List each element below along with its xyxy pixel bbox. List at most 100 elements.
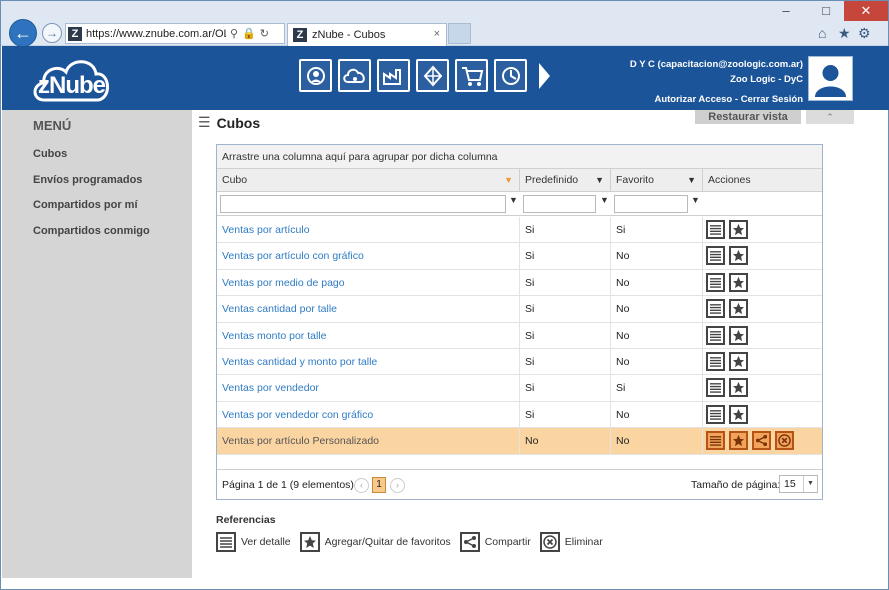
cube-module-icon[interactable] [416, 59, 449, 92]
cell-cubo[interactable]: Ventas cantidad por talle [217, 296, 520, 323]
filter-icon[interactable]: ▼ [600, 195, 609, 205]
cell-cubo[interactable]: Ventas por artículo [217, 217, 520, 243]
filter-icon[interactable]: ▼ [595, 169, 604, 192]
tab-close-icon[interactable]: × [434, 28, 440, 40]
table-row[interactable]: Ventas por vendedor Si Si [217, 375, 822, 402]
minimize-button[interactable]: – [772, 1, 800, 21]
view-detail-button[interactable] [706, 246, 725, 266]
row-actions [706, 352, 748, 371]
cloud-settings-module-icon[interactable] [338, 59, 371, 92]
favorite-toggle-button[interactable] [729, 220, 748, 239]
table-row[interactable]: Ventas por vendedor con gráfico Si No [217, 401, 822, 429]
view-detail-button[interactable] [706, 431, 725, 451]
favorite-toggle-button[interactable] [729, 299, 748, 319]
table-row[interactable]: Ventas cantidad y monto por talle Si No [217, 349, 822, 376]
view-detail-button[interactable] [706, 299, 725, 319]
favorite-toggle-button[interactable] [729, 246, 748, 266]
settings-gear-icon[interactable]: ⚙ [858, 25, 871, 42]
chevron-down-icon[interactable]: ▼ [803, 476, 817, 492]
restore-view-button[interactable]: Restaurar vista [695, 110, 801, 124]
favorite-toggle-button[interactable] [729, 378, 748, 398]
next-arrow-icon[interactable] [539, 63, 550, 89]
sidebar-item-envios-programados[interactable]: Envíos programados [33, 174, 142, 186]
logout-link[interactable]: Cerrar Sesión [741, 94, 803, 105]
cell-favorito: No [611, 322, 703, 349]
sidebar: MENÚ Cubos Envíos programados Compartido… [2, 110, 192, 578]
window-close-button[interactable]: ✕ [844, 1, 888, 21]
group-panel[interactable]: Arrastre una columna aquí para agrupar p… [217, 145, 822, 169]
browser-tab[interactable]: Z zNube - Cubos × [287, 23, 447, 46]
view-detail-button[interactable] [706, 352, 725, 371]
sort-indicator-icon[interactable]: ▼ [504, 169, 513, 192]
tab-favicon: Z [293, 28, 307, 42]
filter-icon[interactable]: ▼ [691, 195, 700, 205]
page-size-select[interactable]: 15 ▼ [779, 475, 818, 493]
prev-page-icon[interactable]: ‹ [354, 478, 369, 493]
address-url[interactable]: https://www.znube.com.ar/OLAP, [86, 28, 226, 40]
next-page-icon[interactable]: › [390, 478, 405, 493]
sidebar-item-compartidos-conmigo[interactable]: Compartidos conmigo [33, 225, 150, 237]
cell-predefinido: Si [520, 401, 611, 428]
refresh-icon[interactable]: ↻ [260, 27, 269, 40]
back-button[interactable]: ← [9, 19, 37, 47]
maximize-button[interactable]: □ [812, 1, 840, 21]
favorite-toggle-button[interactable] [729, 404, 748, 424]
row-actions [706, 299, 748, 319]
forward-button[interactable]: → [42, 23, 62, 43]
clock-module-icon[interactable] [494, 59, 527, 92]
favorites-icon[interactable]: ★ [838, 25, 851, 42]
star-icon [299, 532, 320, 552]
current-page-button[interactable]: 1 [372, 477, 386, 493]
factory-module-icon[interactable] [377, 59, 410, 92]
cart-module-icon[interactable] [455, 59, 488, 92]
row-actions [706, 246, 748, 266]
sidebar-item-compartidos-por-mi[interactable]: Compartidos por mí [33, 199, 138, 211]
row-actions [706, 404, 748, 424]
favorite-toggle-button[interactable] [729, 431, 748, 451]
delete-button[interactable] [775, 431, 794, 451]
address-bar[interactable]: Z https://www.znube.com.ar/OLAP, ⚲ 🔒 ↻ [65, 23, 285, 44]
favorite-toggle-button[interactable] [729, 272, 748, 292]
table-row[interactable]: Ventas por artículo con gráfico Si No [217, 243, 822, 270]
column-header-favorito[interactable]: Favorito ▼ [611, 169, 703, 192]
cell-cubo[interactable]: Ventas por vendedor con gráfico [217, 401, 520, 428]
cell-cubo[interactable]: Ventas por vendedor [217, 375, 520, 402]
column-header-predefinido[interactable]: Predefinido ▼ [520, 169, 611, 192]
view-detail-button[interactable] [706, 378, 725, 398]
sidebar-item-cubos[interactable]: Cubos [33, 148, 67, 160]
filter-icon[interactable]: ▼ [687, 169, 696, 192]
cell-cubo[interactable]: Ventas por artículo Personalizado [217, 428, 520, 455]
cell-favorito: No [611, 269, 703, 296]
share-button[interactable] [752, 431, 771, 451]
grid-header: Cubo ▼ Predefinido ▼ Favorito ▼ Acciones [217, 169, 822, 192]
new-tab-button[interactable] [448, 23, 471, 44]
cell-cubo[interactable]: Ventas por medio de pago [217, 269, 520, 296]
view-detail-button[interactable] [706, 325, 725, 345]
table-row[interactable]: Ventas por medio de pago Si No [217, 269, 822, 297]
table-row[interactable]: Ventas cantidad por talle Si No [217, 296, 822, 323]
cell-predefinido: Si [520, 217, 611, 243]
filter-icon[interactable]: ▼ [509, 195, 518, 205]
user-avatar[interactable] [808, 56, 853, 101]
search-icon[interactable]: ⚲ [230, 27, 238, 40]
table-row[interactable]: Ventas monto por talle Si No [217, 322, 822, 349]
filter-input-favorito[interactable] [614, 195, 688, 213]
filter-input-cubo[interactable] [220, 195, 506, 213]
sync-module-icon[interactable] [299, 59, 332, 92]
favorite-toggle-button[interactable] [729, 352, 748, 371]
hamburger-menu-icon[interactable]: ☰ [198, 114, 211, 131]
cell-cubo[interactable]: Ventas monto por talle [217, 322, 520, 349]
collapse-chevron-icon[interactable]: ⌃ [806, 110, 854, 124]
favorite-toggle-button[interactable] [729, 325, 748, 345]
view-detail-button[interactable] [706, 272, 725, 292]
cell-cubo[interactable]: Ventas cantidad y monto por talle [217, 349, 520, 375]
view-detail-button[interactable] [706, 220, 725, 239]
view-detail-button[interactable] [706, 404, 725, 424]
filter-input-predefinido[interactable] [523, 195, 596, 213]
cell-cubo[interactable]: Ventas por artículo con gráfico [217, 243, 520, 270]
table-row[interactable]: Ventas por artículo Personalizado No No [217, 428, 822, 455]
home-icon[interactable]: ⌂ [818, 25, 826, 41]
column-header-cubo[interactable]: Cubo ▼ [217, 169, 520, 192]
authorize-access-link[interactable]: Autorizar Acceso [654, 94, 732, 105]
table-row[interactable]: Ventas por artículo Si Si [217, 217, 822, 244]
